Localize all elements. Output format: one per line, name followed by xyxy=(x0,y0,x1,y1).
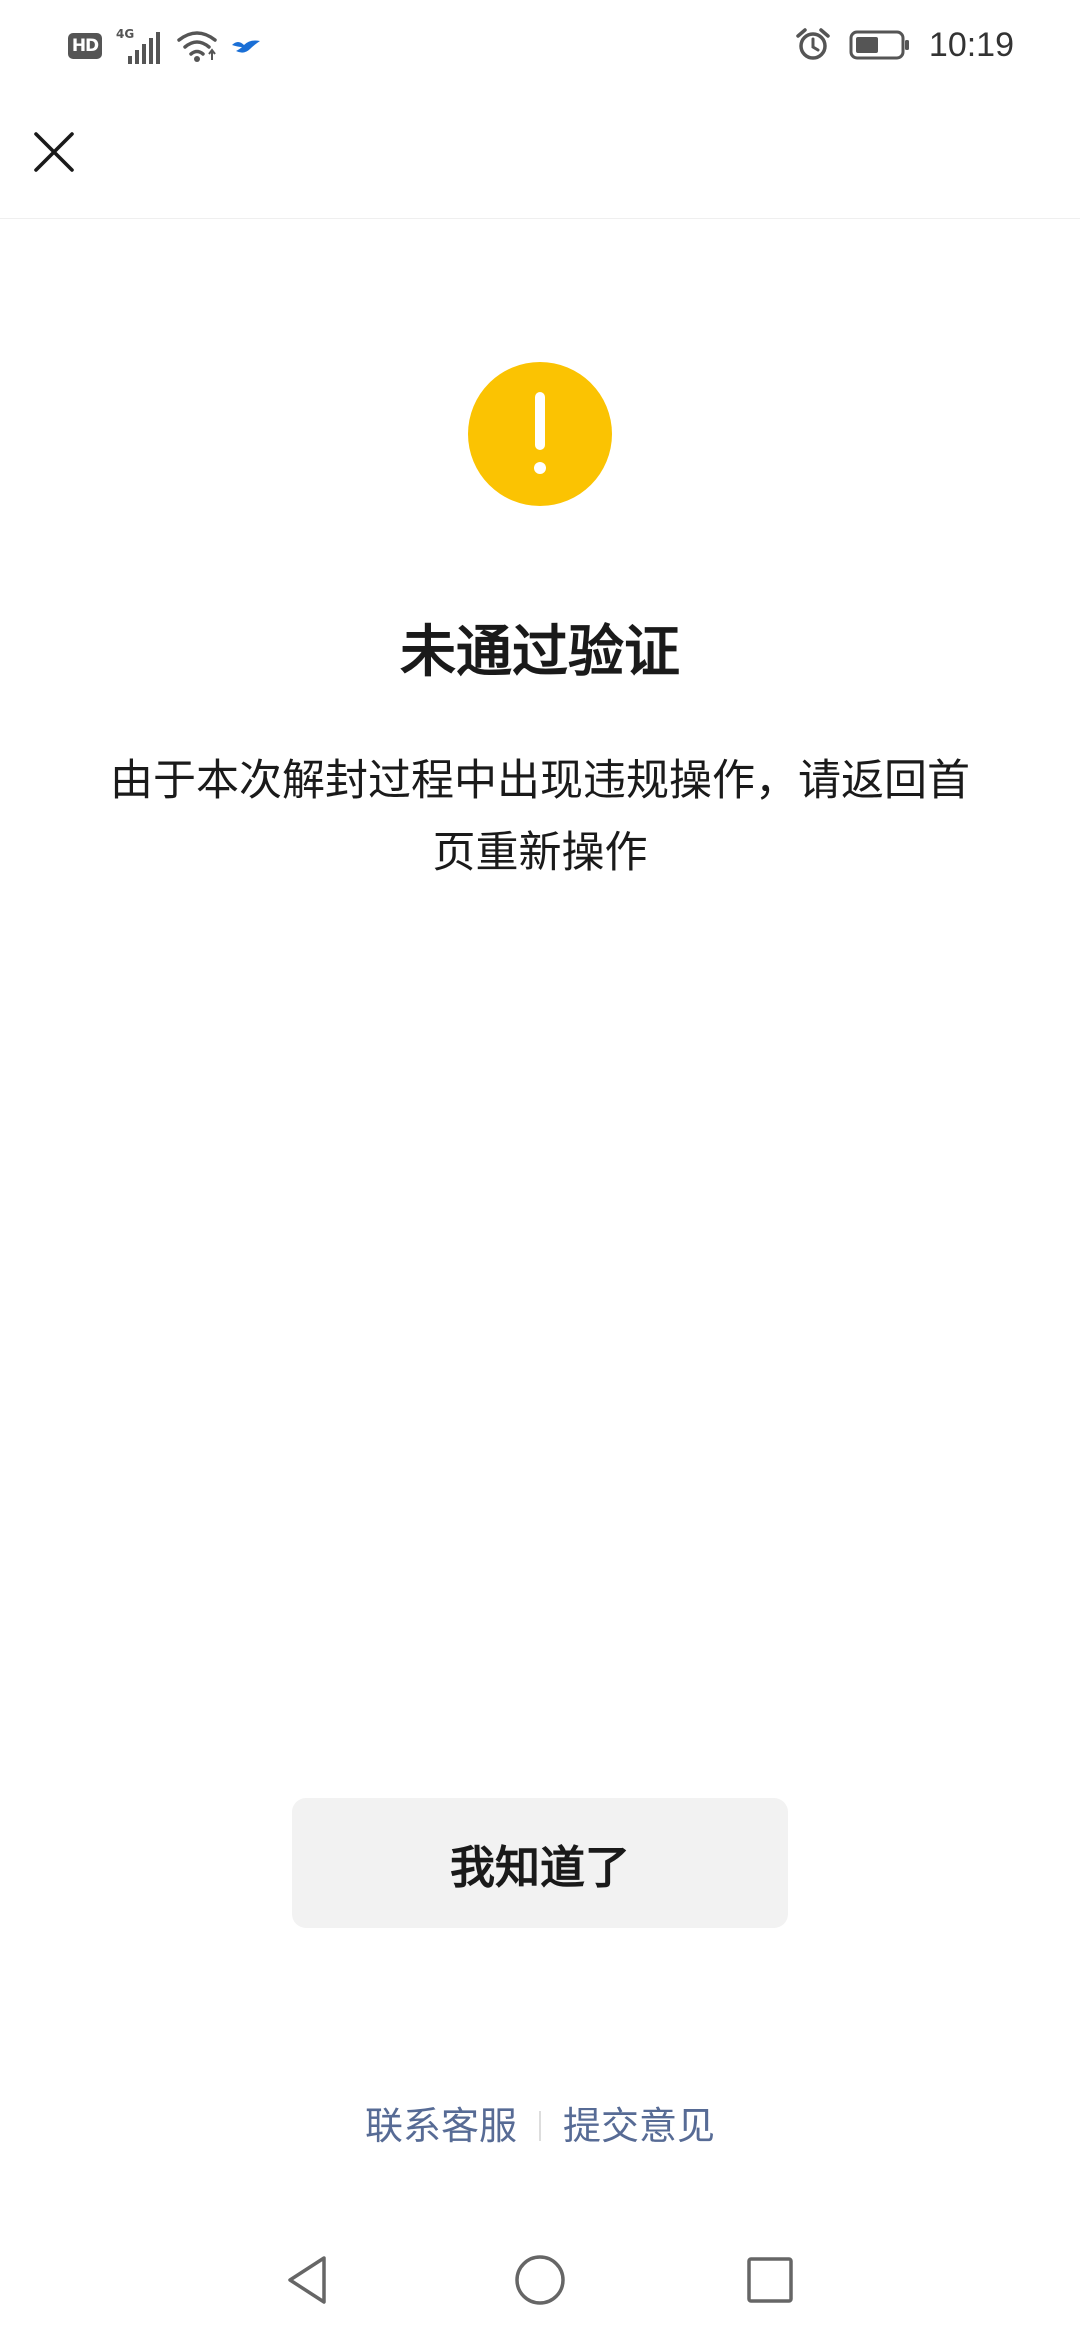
home-button[interactable] xyxy=(508,2248,572,2312)
close-icon xyxy=(34,132,74,172)
screen: HD 4G 10:19 未通过验证 由于本次解封过程中出现违规操作，请返回首页重… xyxy=(0,0,1080,2340)
home-icon xyxy=(515,2255,565,2305)
dialog-description: 由于本次解封过程中出现违规操作，请返回首页重新操作 xyxy=(110,756,970,878)
wifi-icon xyxy=(177,31,217,62)
status-time: 10:19 xyxy=(928,25,1014,64)
back-icon xyxy=(288,2256,326,2304)
back-button[interactable] xyxy=(276,2248,340,2312)
network-type: 4G xyxy=(116,27,134,41)
close-button[interactable] xyxy=(22,120,86,184)
header xyxy=(0,90,1080,219)
submit-feedback-link[interactable]: 提交意见 xyxy=(563,2098,715,2154)
battery-icon xyxy=(849,30,909,60)
status-bar: HD 4G 10:19 xyxy=(0,0,1080,90)
dialog-title: 未通过验证 xyxy=(400,620,680,685)
footer-divider xyxy=(539,2111,541,2141)
exclamation-dot xyxy=(534,462,546,474)
recents-icon xyxy=(747,2257,793,2303)
signal-icon: 4G xyxy=(116,27,160,64)
warning-icon xyxy=(468,362,612,506)
acknowledge-button[interactable]: 我知道了 xyxy=(292,1798,788,1928)
recents-button[interactable] xyxy=(738,2248,802,2312)
status-right: 10:19 xyxy=(795,22,1014,68)
navigation-bar xyxy=(0,2230,1080,2330)
contact-support-link[interactable]: 联系客服 xyxy=(365,2098,517,2154)
alarm-icon xyxy=(796,28,830,60)
bird-icon xyxy=(232,40,260,53)
status-left: HD 4G xyxy=(68,24,262,68)
footer-links: 联系客服 提交意见 xyxy=(0,2098,1080,2154)
exclamation-bar xyxy=(535,392,545,450)
hd-icon: HD xyxy=(68,33,102,59)
